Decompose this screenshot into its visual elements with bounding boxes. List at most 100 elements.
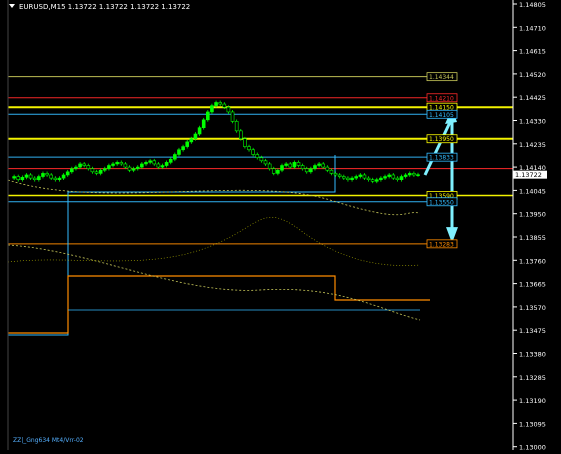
candle-body [222, 103, 227, 108]
candle-body [403, 174, 408, 177]
candle-body [144, 162, 148, 165]
candle-body [32, 177, 37, 180]
price-tick-label: 1.13380 [519, 351, 546, 359]
candle-body [284, 163, 288, 166]
candle-body [16, 176, 21, 180]
level-label: 1.13283 [429, 241, 454, 248]
candle-body [78, 163, 82, 168]
candle-body [164, 162, 169, 166]
price-tick-label: 1.13665 [519, 281, 546, 289]
price-tick-label: 1.14710 [519, 24, 546, 32]
candle-body [354, 176, 358, 179]
candle-body [292, 162, 297, 168]
price-tick-label: 1.14235 [519, 141, 546, 149]
candle-body [131, 168, 136, 171]
candle-body [321, 163, 326, 168]
candle-body [49, 174, 54, 179]
candle-body [160, 165, 165, 168]
level-label: 1.13950 [429, 136, 454, 143]
candle-body [197, 127, 202, 135]
level-label: 1.14344 [429, 74, 454, 81]
price-tick-label: 1.13855 [519, 234, 546, 242]
candle-body [337, 174, 342, 177]
candle-body [115, 162, 119, 165]
candle-body [358, 174, 363, 177]
level-label: 1.13833 [429, 155, 454, 162]
candle-body [255, 154, 260, 158]
chart-svg[interactable]: 1.14805 1.14710 1.14615 1.14520 1.14425 1.143… [0, 0, 561, 452]
candle-body [391, 174, 396, 179]
candle-body [243, 138, 247, 147]
candle-body [263, 160, 268, 165]
candle-body [74, 166, 78, 169]
candle-body [102, 168, 107, 171]
candle-body [304, 168, 309, 173]
price-tick-label: 1.13570 [519, 304, 546, 312]
candle-body [325, 166, 330, 171]
candle-body [127, 166, 132, 171]
candle-body [177, 149, 181, 155]
candle-body [374, 179, 379, 182]
candle-body [82, 163, 86, 166]
price-chart[interactable]: 1.14805 1.14710 1.14615 1.14520 1.14425 1.143… [0, 0, 561, 452]
candle-body [271, 168, 276, 174]
candle-body [86, 165, 91, 169]
candle-body [362, 174, 367, 179]
price-tick-label: 1.14520 [519, 71, 546, 79]
candle-body [65, 171, 70, 176]
candle-body [407, 173, 412, 176]
candle-body [70, 168, 74, 173]
candle-body [230, 111, 235, 122]
price-tick-label: 1.13190 [519, 397, 546, 405]
candle-body [57, 177, 62, 180]
price-tick-label: 1.13760 [519, 257, 546, 265]
candle-body [234, 121, 239, 132]
candle-body [309, 168, 313, 173]
candle-body [193, 133, 198, 140]
level-label: 1.14210 [429, 95, 454, 102]
candle-body [383, 176, 387, 179]
candle-body [416, 174, 420, 176]
candle-body [395, 177, 400, 180]
candle-body [342, 176, 346, 179]
candle-body [346, 177, 350, 180]
candle-body [53, 177, 58, 180]
candle-body [350, 177, 354, 180]
candle-body [370, 179, 375, 182]
candle-body [379, 177, 383, 180]
candle-body [20, 177, 25, 180]
price-tick-label: 1.14805 [519, 1, 546, 9]
candle-body [300, 165, 305, 169]
candle-body [251, 149, 255, 155]
candle-body [168, 158, 173, 163]
candle-body [226, 106, 231, 113]
price-tick-label: 1.14330 [519, 118, 546, 126]
indicator-footer: ZZ|_Gng634 Mt4/Vrr-02 [13, 437, 84, 444]
current-price-label: 1.13722 [515, 171, 542, 179]
level-label: 1.14105 [429, 112, 454, 119]
price-tick-label: 1.14615 [519, 48, 546, 56]
price-tick-label: 1.13000 [519, 444, 546, 450]
price-tick-label: 1.13095 [519, 420, 546, 428]
candle-body [94, 171, 99, 174]
candle-body [98, 169, 103, 174]
level-label: 1.13550 [429, 199, 454, 206]
candle-body [119, 162, 124, 165]
candle-body [12, 176, 16, 179]
candle-body [28, 174, 33, 179]
candle-body [123, 163, 128, 168]
candle-body [111, 163, 115, 166]
candle-body [399, 176, 404, 180]
candle-body [173, 154, 177, 160]
candle-body [387, 174, 391, 177]
candle-body [37, 176, 41, 180]
price-tick-label: 1.14425 [519, 94, 546, 102]
candle-body [41, 173, 45, 177]
candle-body [61, 174, 66, 179]
symbol-header: EURUSD,M15 1.13722 1.13722 1.13722 1.137… [19, 3, 190, 11]
candle-body [210, 105, 214, 113]
candle-body [206, 111, 210, 121]
candle-body [24, 174, 29, 178]
candle-body [317, 163, 321, 166]
chart-background [0, 0, 561, 450]
